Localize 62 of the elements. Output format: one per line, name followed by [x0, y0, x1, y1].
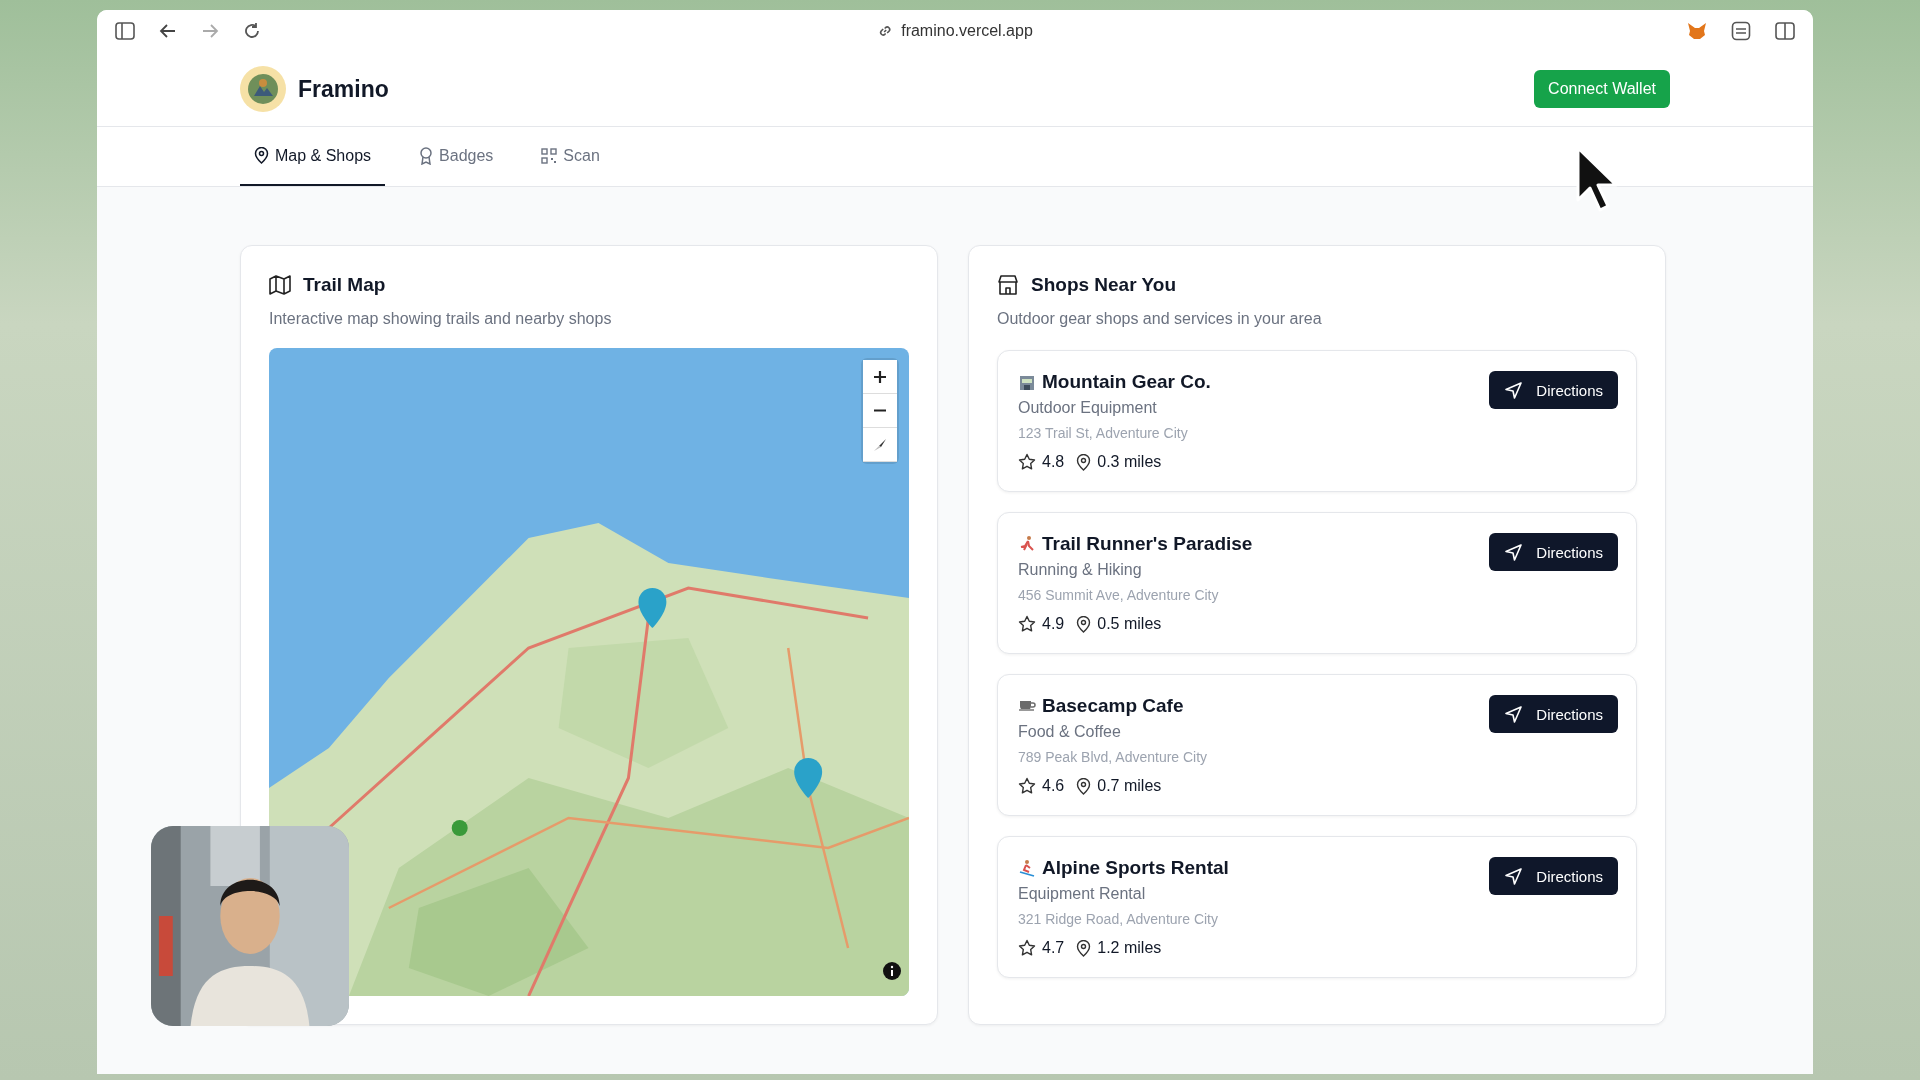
shop-category: Outdoor Equipment: [1018, 399, 1158, 417]
reload-icon[interactable]: [243, 22, 261, 40]
shop-name: Alpine Sports Rental: [1042, 857, 1229, 879]
location-pin-icon: [254, 147, 269, 164]
shop-category: Running & Hiking: [1018, 561, 1143, 579]
link-icon: [877, 23, 894, 39]
location-pin-icon: [1076, 939, 1092, 957]
star-icon: [1018, 615, 1036, 633]
back-icon[interactable]: [159, 23, 177, 39]
shop-distance: 0.7 miles: [1097, 777, 1162, 795]
address-bar[interactable]: framino.vercel.app: [877, 22, 1033, 40]
card-subtitle: Interactive map showing trails and nearby shops: [269, 310, 613, 328]
shop-distance: 1.2 miles: [1097, 939, 1162, 957]
shop-name: Mountain Gear Co.: [1042, 371, 1211, 393]
storefront-icon: [997, 274, 1019, 296]
skier-icon: [1018, 859, 1036, 877]
star-icon: [1018, 777, 1036, 795]
card-subtitle: Outdoor gear shops and services in your area: [997, 310, 1323, 328]
app-name: Framino: [298, 75, 389, 103]
fox-icon[interactable]: [1687, 22, 1707, 40]
map-icon: [269, 275, 291, 295]
navigation-arrow-icon: [1505, 381, 1523, 399]
shop-name: Basecamp Cafe: [1042, 695, 1184, 717]
shop-address: 123 Trail St, Adventure City: [1018, 425, 1189, 441]
shop-name: Trail Runner's Paradise: [1042, 533, 1253, 555]
split-view-icon[interactable]: [1775, 22, 1795, 40]
runner-icon: [1018, 535, 1036, 553]
tab[interactable]: Map & Shops: [240, 127, 386, 186]
award-icon: [419, 146, 434, 165]
location-pin-icon: [1076, 777, 1092, 795]
navigation-arrow-icon: [1505, 867, 1523, 885]
navigation-arrow-icon: [1505, 705, 1523, 723]
shop-distance: 0.5 miles: [1097, 615, 1162, 633]
shop-rating: 4.9: [1042, 615, 1065, 633]
location-pin-icon: [1076, 615, 1092, 633]
shop-address: 321 Ridge Road, Adventure City: [1018, 911, 1219, 927]
shop-rating: 4.7: [1042, 939, 1065, 957]
logo-icon: [240, 66, 286, 112]
shop-address: 456 Summit Ave, Adventure City: [1018, 587, 1220, 603]
coffee-cup-icon: [1018, 700, 1036, 712]
shop-category: Food & Coffee: [1018, 723, 1122, 741]
tab[interactable]: Scan: [527, 127, 614, 186]
directions-button[interactable]: Directions: [1489, 533, 1618, 571]
shop-rating: 4.8: [1042, 453, 1065, 471]
directions-button[interactable]: Directions: [1489, 371, 1618, 409]
shop-address: 789 Peak Blvd, Adventure City: [1018, 749, 1208, 765]
building-icon: [1018, 373, 1036, 391]
card-title: Shops Near You: [1031, 274, 1176, 296]
extension-icon[interactable]: [1731, 21, 1751, 41]
shop-rating: 4.6: [1042, 777, 1065, 795]
star-icon: [1018, 939, 1036, 957]
directions-button[interactable]: Directions: [1489, 857, 1618, 895]
star-icon: [1018, 453, 1036, 471]
navigation-arrow-icon: [1505, 543, 1523, 561]
shop-category: Equipment Rental: [1018, 885, 1147, 903]
qr-code-icon: [541, 147, 558, 164]
shop-distance: 0.3 miles: [1097, 453, 1162, 471]
directions-button[interactable]: Directions: [1489, 695, 1618, 733]
sidebar-icon[interactable]: [115, 22, 135, 40]
location-pin-icon: [1076, 453, 1092, 471]
card-title: Trail Map: [303, 274, 386, 296]
tab[interactable]: Badges: [405, 127, 508, 186]
